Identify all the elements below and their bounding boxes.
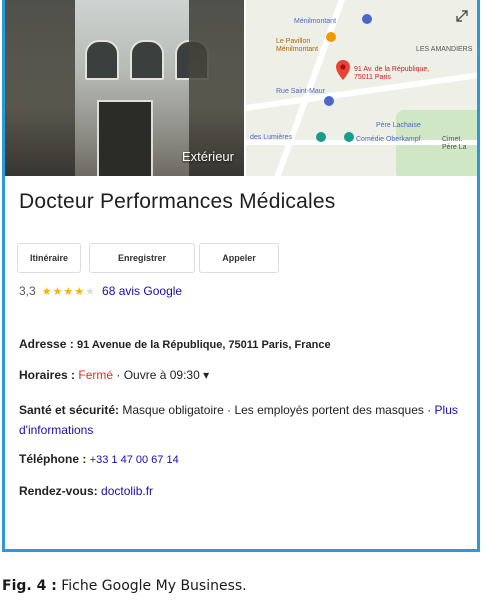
- map-pin-icon: [336, 60, 350, 80]
- booking-link[interactable]: doctolib.fr: [101, 484, 153, 498]
- hours-row[interactable]: Horaires : Fermé · Ouvre à 09:30 ▾: [19, 368, 209, 382]
- call-button[interactable]: Appeler: [199, 243, 279, 273]
- rating-row: 3,3 ★★★★★ 68 avis Google: [19, 284, 182, 298]
- phone-link[interactable]: +33 1 47 00 67 14: [90, 454, 179, 466]
- map-label: Cimet. Père La: [442, 136, 467, 151]
- rating-stars-icon: ★★★★★: [41, 285, 97, 298]
- phone-row: Téléphone : +33 1 47 00 67 14: [19, 452, 179, 466]
- building-window: [85, 40, 119, 80]
- place-poi-icon: [324, 96, 334, 106]
- address-label: Adresse :: [19, 337, 74, 351]
- map-label: Rue Saint-Maur: [276, 88, 326, 95]
- hours-label: Horaires :: [19, 368, 76, 382]
- phone-label: Téléphone :: [19, 452, 87, 466]
- booking-row: Rendez-vous: doctolib.fr: [19, 484, 153, 498]
- map-label: Ménilmontant: [294, 18, 337, 25]
- map-label: Père Lachaise: [376, 122, 421, 129]
- storefront-photo[interactable]: Extérieur: [5, 0, 244, 176]
- place-poi-icon: [316, 132, 326, 142]
- caption-prefix: Fig. 4 :: [2, 578, 57, 594]
- address-row: Adresse : 91 Avenue de la République, 75…: [19, 337, 331, 351]
- tree: [5, 0, 75, 176]
- hours-status: Fermé: [78, 368, 114, 382]
- expand-icon[interactable]: [456, 10, 468, 22]
- hero-media: Extérieur Ménilmontant Le Pavillon Ménil…: [5, 0, 477, 176]
- map-label: LES AMANDIERS: [416, 46, 473, 53]
- hours-next-open[interactable]: · Ouvre à 09:30 ▾: [113, 368, 209, 382]
- safety-value: Masque obligatoire · Les employés porten…: [119, 403, 435, 417]
- caption-text: Fiche Google My Business.: [56, 578, 247, 594]
- safety-row: Santé et sécurité: Masque obligatoire · …: [19, 400, 459, 440]
- address-value[interactable]: 91 Avenue de la République, 75011 Paris,…: [77, 339, 331, 351]
- photo-label: Extérieur: [181, 149, 234, 164]
- booking-label: Rendez-vous:: [19, 484, 98, 498]
- rating-score: 3,3: [19, 284, 36, 298]
- place-poi-icon: [344, 132, 354, 142]
- metro-poi-icon: [362, 14, 372, 24]
- building-window: [130, 40, 164, 80]
- business-name: Docteur Performances Médicales: [19, 190, 336, 213]
- map-label: 91 Av. de la République, 75011 Paris: [354, 66, 430, 81]
- map-label: Comédie Oberkampf: [356, 136, 421, 143]
- safety-label: Santé et sécurité:: [19, 403, 120, 417]
- directions-button[interactable]: Itinéraire: [17, 243, 81, 273]
- save-button[interactable]: Enregistrer: [89, 243, 195, 273]
- map-label: des Lumières: [250, 134, 293, 141]
- map-thumbnail[interactable]: Ménilmontant Le Pavillon Ménilmontant 91…: [246, 0, 477, 176]
- figure-caption: Fig. 4 : Fiche Google My Business.: [2, 578, 247, 594]
- business-panel: Extérieur Ménilmontant Le Pavillon Ménil…: [2, 0, 480, 552]
- building-door: [97, 100, 153, 176]
- reviews-link[interactable]: 68 avis Google: [102, 284, 182, 298]
- restaurant-poi-icon: [326, 32, 336, 42]
